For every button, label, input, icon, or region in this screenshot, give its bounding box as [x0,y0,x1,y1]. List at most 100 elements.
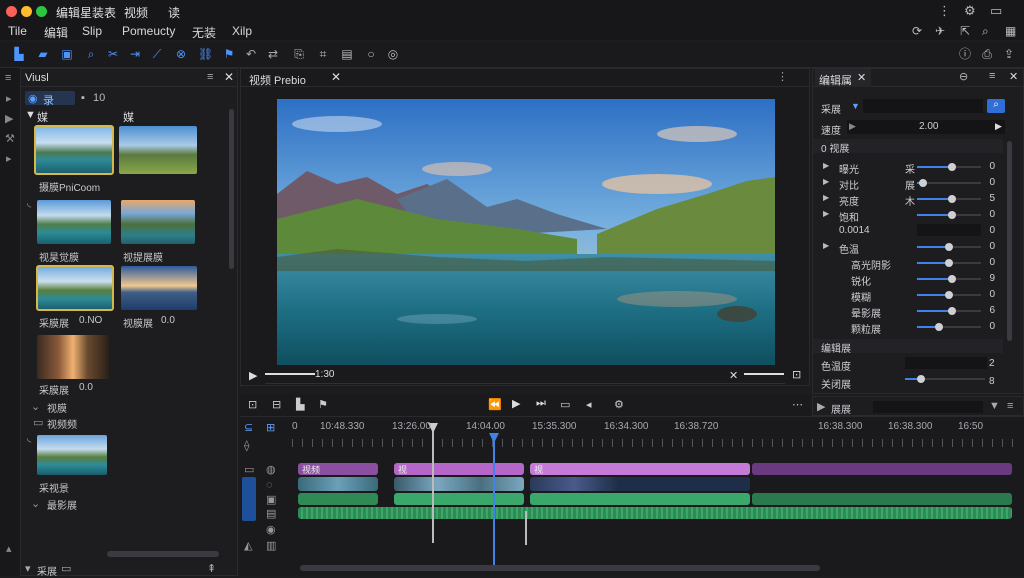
ripple-icon[interactable]: ⊞ [266,421,275,434]
panel-close-icon[interactable]: ✕ [224,70,234,84]
menu-clip[interactable]: Slip [82,24,102,38]
property-slider[interactable] [917,259,981,267]
media-thumb-4[interactable] [121,200,195,244]
folder-arrow-icon-2[interactable]: ⌄ [31,497,40,510]
property-row[interactable]: ▶ 饱和 0 [813,207,1003,224]
close-effect-slider[interactable] [905,375,985,383]
razor-icon[interactable]: ⟠ [244,439,249,452]
menu-edit[interactable]: 编辑 [44,24,68,41]
layers-icon[interactable]: ▤ [340,47,354,61]
property-row[interactable]: ▶ 对比 展 0 [813,175,1003,192]
effects-arrow-icon[interactable]: ▶ [817,400,825,413]
search-input[interactable] [863,99,983,113]
track-video-icon[interactable]: ▭ [244,463,254,476]
inspector-close-panel-icon[interactable]: ✕ [1009,70,1018,83]
preview-more-icon[interactable]: ⋮ [777,70,788,83]
tool-icon[interactable]: ⚒ [5,132,15,145]
in-marker[interactable] [432,423,434,543]
panel-tab-visual[interactable]: Viusl [25,72,49,84]
media-thumb-7[interactable] [37,335,109,379]
timeline-grid-icon[interactable]: ⋯ [792,398,803,411]
fullscreen-icon[interactable]: ⊡ [792,368,801,381]
property-row[interactable]: 锐化 9 [813,271,1003,288]
marker-icon[interactable]: ⚑ [222,47,236,61]
effects-search[interactable] [873,401,983,413]
export-icon[interactable]: ⎙ [980,47,994,61]
audio-waveform-track[interactable] [298,507,1012,519]
share-icon[interactable]: ⇪ [1002,47,1016,61]
scrub-bar[interactable] [265,373,315,375]
close-window-button[interactable] [6,6,17,17]
clip-purple-4[interactable] [752,463,1012,475]
property-slider[interactable] [917,163,981,171]
timeline-clip-icon[interactable]: ▙ [296,398,304,411]
footer-folder-icon[interactable]: ▭ [61,562,71,575]
clip-purple-2[interactable]: 视 [394,463,524,475]
property-slider[interactable] [917,323,981,331]
footer-icon[interactable]: ▾ [25,562,31,575]
inspector-menu-icon[interactable]: ≡ [989,70,995,82]
property-row[interactable]: 颗粒展 0 [813,319,1003,336]
speed-right-arrow-icon[interactable]: ▶ [995,121,1002,132]
property-slider[interactable] [917,243,981,251]
property-row[interactable]: ▶ 曝光 采 0 [813,159,1003,176]
property-slider[interactable] [917,195,981,203]
media-thumb-6[interactable] [121,266,197,310]
bin-tab-record[interactable]: ◉ 录 [25,91,75,107]
horizontal-scrollbar[interactable] [107,551,219,557]
volume-icon[interactable]: ✕ [729,369,738,382]
bin-tab-number[interactable]: 10 [93,92,105,104]
timeline-split-icon[interactable]: ⊟ [272,398,281,411]
sync-icon[interactable]: ⟳ [912,24,922,38]
folder-2[interactable]: 视频频 [47,416,77,431]
property-row[interactable]: 模糊 0 [813,287,1003,304]
timeline-play-icon[interactable]: ▶ [512,397,520,410]
track-volume-icon[interactable]: ▥ [266,539,276,552]
play-icon[interactable]: ▸ [6,92,12,105]
folder-1[interactable]: 视膜 [47,400,67,415]
copy-icon[interactable]: ⎘ [292,47,306,61]
inspector-target-icon[interactable]: ⊖ [959,70,968,83]
track-toggles[interactable] [242,477,256,521]
speed-left-arrow-icon[interactable]: ▶ [849,121,856,132]
search-icon[interactable]: ⌕ [982,24,989,39]
property-slider[interactable] [917,291,981,299]
audio-clip-3[interactable] [530,493,750,505]
media-thumb-1[interactable] [34,125,114,175]
property-row[interactable]: 晕影展 6 [813,303,1003,320]
vertical-scrollbar[interactable] [229,109,234,269]
audio-clip-2[interactable] [394,493,524,505]
panel-menu-icon[interactable]: ≡ [207,71,213,83]
preview-tab[interactable]: 视频 Prebio [249,72,306,88]
tile-icon[interactable]: ▦ [1005,24,1016,38]
video-clip-3[interactable] [530,477,750,491]
folder-arrow-icon[interactable]: ⌄ [31,400,40,413]
video-clip-1[interactable] [298,477,378,491]
timeline-settings-icon[interactable]: ⚙ [614,398,624,411]
property-row[interactable]: 高光阴影 0 [813,255,1003,272]
effects-menu-icon[interactable]: ≡ [1007,400,1013,412]
save-icon[interactable]: ▣ [60,47,74,61]
property-section-2[interactable]: 编辑展 [813,339,1003,355]
rewind-icon[interactable]: ⏪ [488,398,502,411]
property-field[interactable] [917,224,981,236]
volume-slider[interactable] [744,373,784,375]
minimize-window-button[interactable] [21,6,32,17]
play-button[interactable]: ▶ [249,369,257,382]
trim-icon[interactable]: ⇥ [128,47,142,61]
info-icon[interactable]: ⓘ [958,47,972,61]
expand-arrow-icon[interactable]: ▶ [823,209,829,218]
inspector-tab[interactable]: 编辑属 ✕ [815,69,871,87]
track-lock-icon[interactable]: ◍ [266,463,276,476]
property-slider[interactable] [917,275,981,283]
expand-arrow-icon[interactable]: ▶ [823,193,829,202]
monitor-icon[interactable]: ▭ [560,398,570,411]
title-tab-video[interactable]: 视频 [124,4,148,21]
collapse-icon[interactable]: ▴ [6,542,12,555]
track-solo-icon[interactable]: ▤ [266,507,276,520]
undo-icon[interactable]: ↶ [244,47,258,61]
video-clip-2[interactable] [394,477,524,491]
new-file-icon[interactable]: ▙ [12,47,26,61]
window-control-icon[interactable]: ▭ [990,3,1002,19]
media-thumb-8[interactable] [37,435,107,475]
